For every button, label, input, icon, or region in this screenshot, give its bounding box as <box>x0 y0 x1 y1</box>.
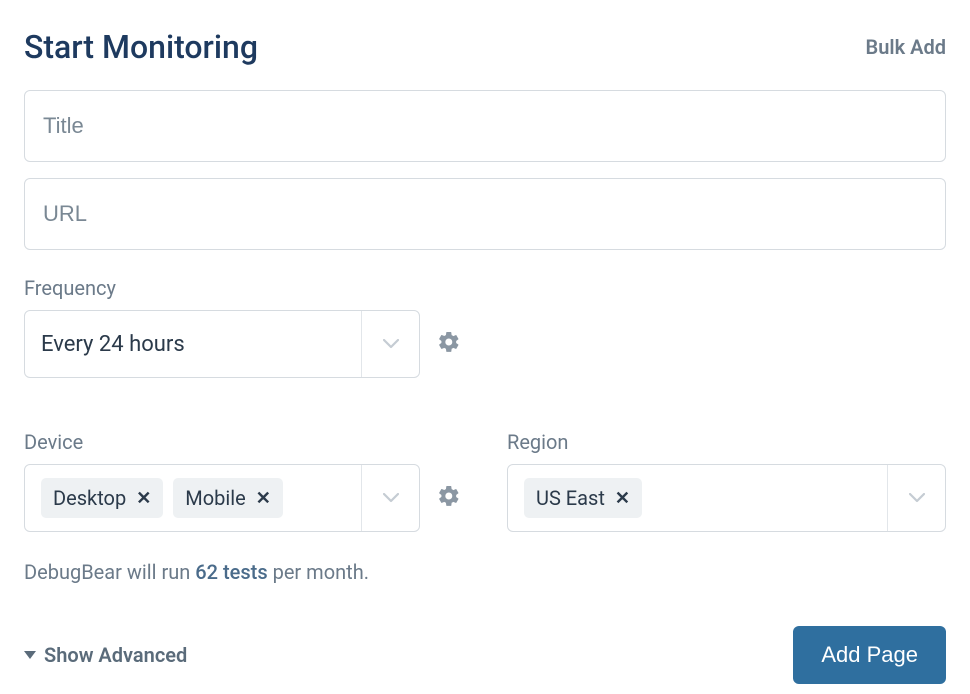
frequency-selected-value: Every 24 hours <box>41 332 185 357</box>
gear-icon <box>437 484 461 512</box>
chevron-down-icon <box>383 493 399 503</box>
title-input[interactable] <box>24 90 946 162</box>
chevron-down-icon <box>909 493 925 503</box>
region-label: Region <box>507 430 946 454</box>
region-tag-label: US East <box>536 486 605 510</box>
info-prefix: DebugBear will run <box>24 560 195 584</box>
region-select[interactable]: US East ✕ <box>507 464 946 532</box>
bulk-add-link[interactable]: Bulk Add <box>866 35 946 59</box>
show-advanced-toggle[interactable]: Show Advanced <box>24 643 187 667</box>
region-tag-us-east[interactable]: US East ✕ <box>524 478 642 518</box>
frequency-dropdown-toggle[interactable] <box>361 311 419 377</box>
add-page-button[interactable]: Add Page <box>793 626 946 684</box>
device-tag-mobile[interactable]: Mobile ✕ <box>173 478 283 518</box>
close-icon[interactable]: ✕ <box>136 488 151 509</box>
frequency-label: Frequency <box>24 276 946 300</box>
triangle-down-icon <box>24 651 36 659</box>
device-tag-label: Desktop <box>53 486 126 510</box>
device-settings-button[interactable] <box>436 485 462 511</box>
frequency-select[interactable]: Every 24 hours <box>24 310 420 378</box>
region-dropdown-toggle[interactable] <box>887 465 945 531</box>
tests-count: 62 tests <box>195 560 267 584</box>
url-input[interactable] <box>24 178 946 250</box>
close-icon[interactable]: ✕ <box>615 488 630 509</box>
device-select[interactable]: Desktop ✕ Mobile ✕ <box>24 464 420 532</box>
close-icon[interactable]: ✕ <box>256 488 271 509</box>
device-dropdown-toggle[interactable] <box>361 465 419 531</box>
tests-per-month-info: DebugBear will run 62 tests per month. <box>24 560 946 584</box>
chevron-down-icon <box>383 339 399 349</box>
device-label: Device <box>24 430 463 454</box>
device-tag-desktop[interactable]: Desktop ✕ <box>41 478 163 518</box>
frequency-settings-button[interactable] <box>436 331 462 357</box>
page-title: Start Monitoring <box>24 28 258 66</box>
show-advanced-label: Show Advanced <box>44 643 187 667</box>
info-suffix: per month. <box>268 560 369 584</box>
device-tag-label: Mobile <box>185 486 245 510</box>
gear-icon <box>437 330 461 358</box>
